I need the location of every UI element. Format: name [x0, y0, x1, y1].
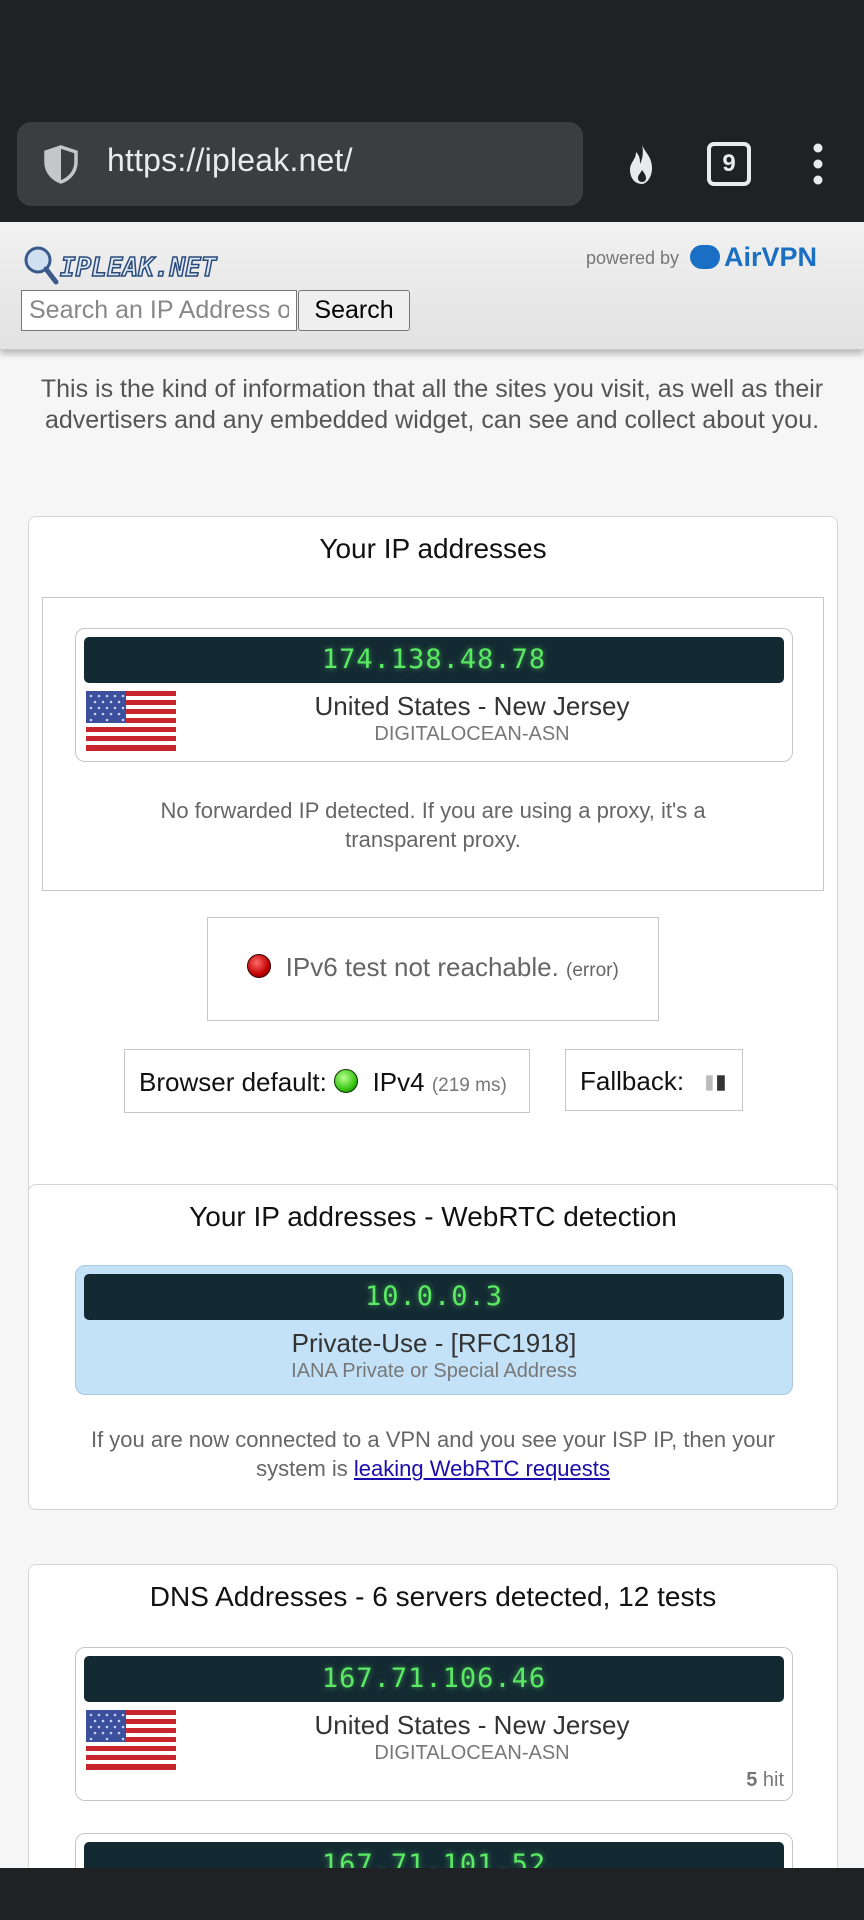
system-status-bar: [0, 0, 864, 122]
powered-by-label: powered by: [586, 248, 680, 268]
ipv6-status-box: IPv6 test not reachable. (error): [207, 917, 659, 1021]
ip-asn: IANA Private or Special Address: [291, 1360, 577, 1382]
web-page: IPLEAK.NET powered by AirVPN Search This…: [0, 222, 864, 1868]
webrtc-leak-link[interactable]: leaking WebRTC requests: [354, 1456, 610, 1481]
webrtc-ip-entry: 10.0.0.3 Private-Use - [RFC1918] IANA Pr…: [75, 1265, 793, 1395]
dns-entry: 167.71.106.46 United States - New Jersey…: [75, 1647, 793, 1801]
forwarded-ip-note: No forwarded IP detected. If you are usi…: [160, 798, 706, 852]
ip-display[interactable]: 10.0.0.3: [84, 1274, 784, 1320]
ipv6-status-text: IPv6 test not reachable.: [285, 952, 559, 982]
search-input[interactable]: [21, 290, 297, 331]
airvpn-label: AirVPN: [724, 242, 818, 272]
tabs-icon[interactable]: 9: [707, 142, 751, 186]
ipv4-label: IPv4: [372, 1067, 425, 1097]
ipv4-latency: (219 ms): [431, 1075, 507, 1096]
search-button[interactable]: Search: [298, 290, 410, 331]
hit-label: hit: [762, 1769, 784, 1791]
card-title: Your IP addresses: [319, 533, 547, 564]
ipleak-logo[interactable]: IPLEAK.NET: [22, 244, 252, 288]
ip-asn: DIGITALOCEAN-ASN: [374, 1742, 570, 1764]
fire-icon[interactable]: [618, 140, 666, 188]
status-dot-red-icon: [247, 954, 272, 978]
ip-asn: DIGITALOCEAN-ASN: [374, 723, 570, 745]
webrtc-card: Your IP addresses - WebRTC detection 10.…: [28, 1184, 838, 1510]
webrtc-note: If you are now connected to a VPN and yo…: [29, 1425, 837, 1483]
system-navigation-bar: [0, 1868, 864, 1920]
browser-toolbar: https://ipleak.net/ 9: [0, 122, 864, 222]
site-header: IPLEAK.NET powered by AirVPN Search: [0, 222, 864, 350]
intro-text: This is the kind of information that all…: [40, 375, 824, 434]
ipv6-error-note: (error): [566, 960, 619, 981]
fallback-label: Fallback:: [580, 1066, 685, 1096]
status-dot-green-icon: [334, 1069, 359, 1093]
ip-display[interactable]: 174.138.48.78: [84, 637, 784, 683]
ip-location: United States - New Jersey: [314, 1710, 630, 1740]
browser-default-label: Browser default:: [139, 1067, 327, 1097]
ip-inner-panel: 174.138.48.78 United States - New Jersey…: [42, 597, 824, 891]
cloud-icon: [690, 245, 720, 269]
ip-location: United States - New Jersey: [314, 691, 630, 721]
browser-default-box: Browser default: IPv4 (219 ms): [124, 1049, 530, 1113]
ip-display[interactable]: 167.71.101.52: [84, 1842, 784, 1868]
dns-card: DNS Addresses - 6 servers detected, 12 t…: [28, 1564, 838, 1868]
dns-hit-count: 5 hit: [746, 1769, 784, 1792]
dns-entry: 167.71.101.52: [75, 1833, 793, 1868]
shield-icon[interactable]: [41, 144, 81, 184]
address-bar[interactable]: https://ipleak.net/: [17, 122, 583, 206]
toggle-icon[interactable]: [705, 1074, 727, 1092]
ip-display[interactable]: 167.71.106.46: [84, 1656, 784, 1702]
url-text[interactable]: https://ipleak.net/: [107, 142, 353, 179]
ip-location: Private-Use - [RFC1918]: [291, 1328, 577, 1358]
card-title: DNS Addresses - 6 servers detected, 12 t…: [149, 1581, 717, 1612]
overflow-menu-icon[interactable]: [800, 142, 836, 186]
airvpn-logo[interactable]: AirVPN: [690, 242, 817, 273]
card-title: Your IP addresses - WebRTC detection: [189, 1201, 677, 1232]
logo-text: IPLEAK.NET: [60, 253, 218, 283]
fallback-box: Fallback:: [565, 1049, 743, 1111]
hit-number: 5: [746, 1769, 758, 1791]
ip-entry: 174.138.48.78 United States - New Jersey…: [75, 628, 793, 762]
